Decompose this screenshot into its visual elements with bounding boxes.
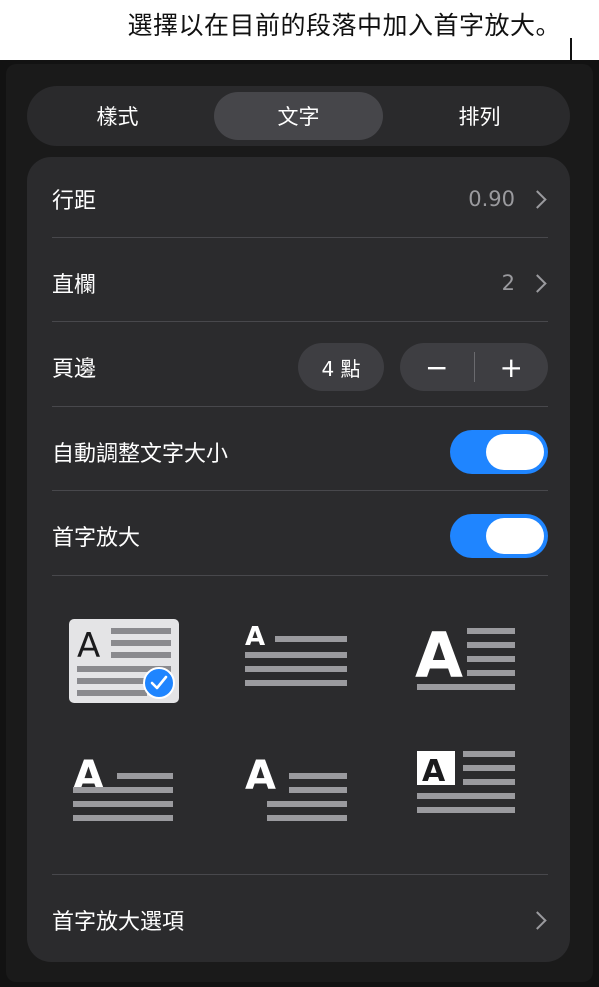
drop-cap-style-5[interactable]: A — [243, 745, 353, 829]
text-settings-card: 行距 0.90 直欄 2 頁邊 4 點 − + 自動調整文字大小 首字放大 A … — [27, 157, 570, 962]
divider — [52, 490, 548, 491]
drop-cap-letter: A — [245, 753, 276, 799]
drop-cap-letter: A — [415, 619, 463, 692]
drop-cap-options-row[interactable]: 首字放大選項 — [52, 878, 548, 962]
drop-cap-style-2[interactable]: A — [243, 619, 353, 703]
format-tab-bar: 樣式 文字 排列 — [27, 86, 570, 146]
line-spacing-row[interactable]: 行距 0.90 — [52, 157, 548, 241]
line-spacing-value: 0.90 — [468, 187, 515, 211]
divider — [52, 406, 548, 407]
drop-cap-style-3[interactable]: A — [415, 619, 525, 703]
line-spacing-label: 行距 — [52, 189, 97, 214]
margin-label: 頁邊 — [52, 357, 97, 382]
columns-row[interactable]: 直欄 2 — [52, 241, 548, 325]
divider — [52, 874, 548, 875]
divider — [52, 575, 548, 576]
drop-cap-style-4-preview: A — [73, 753, 173, 821]
drop-cap-toggle[interactable] — [450, 514, 548, 558]
drop-cap-style-6-preview: A — [417, 751, 515, 813]
checkmark-icon — [143, 667, 175, 699]
tab-text[interactable]: 文字 — [214, 92, 383, 140]
autoshrink-toggle[interactable] — [450, 430, 548, 474]
columns-value: 2 — [501, 271, 515, 295]
drop-cap-style-4[interactable]: A — [69, 745, 179, 829]
margin-row: 頁邊 4 點 − + — [52, 325, 548, 409]
margin-amount[interactable]: 4 點 — [298, 343, 384, 391]
chevron-right-icon — [528, 910, 547, 930]
decrement-button[interactable]: − — [400, 343, 474, 391]
margin-stepper: − + — [400, 343, 548, 391]
divider — [52, 321, 548, 322]
divider — [52, 237, 548, 238]
drop-cap-letter: A — [245, 622, 265, 652]
drop-cap-options-label: 首字放大選項 — [52, 910, 185, 935]
toggle-knob — [486, 518, 544, 554]
chevron-right-icon — [528, 273, 547, 293]
drop-cap-style-2-preview: A — [245, 622, 347, 686]
toggle-knob — [486, 434, 544, 470]
increment-button[interactable]: + — [475, 343, 549, 391]
autoshrink-label: 自動調整文字大小 — [52, 442, 229, 467]
autoshrink-row: 自動調整文字大小 — [52, 410, 548, 494]
drop-cap-row: 首字放大 — [52, 494, 548, 578]
callout-text: 選擇以在目前的段落中加入首字放大。 — [127, 11, 561, 40]
tab-arrange[interactable]: 排列 — [395, 92, 564, 140]
drop-cap-style-grid: A A A A A A — [27, 597, 570, 847]
columns-label: 直欄 — [52, 273, 97, 298]
chevron-right-icon — [528, 189, 547, 209]
drop-cap-style-1[interactable]: A — [69, 619, 179, 703]
drop-cap-style-3-preview: A — [415, 619, 515, 692]
drop-cap-letter: A — [422, 754, 446, 789]
drop-cap-label: 首字放大 — [52, 526, 141, 551]
drop-cap-style-5-preview: A — [245, 753, 347, 821]
drop-cap-style-1-preview: A — [69, 619, 179, 703]
drop-cap-letter: A — [77, 626, 100, 666]
tab-style[interactable]: 樣式 — [33, 92, 202, 140]
drop-cap-style-6[interactable]: A — [415, 745, 525, 829]
